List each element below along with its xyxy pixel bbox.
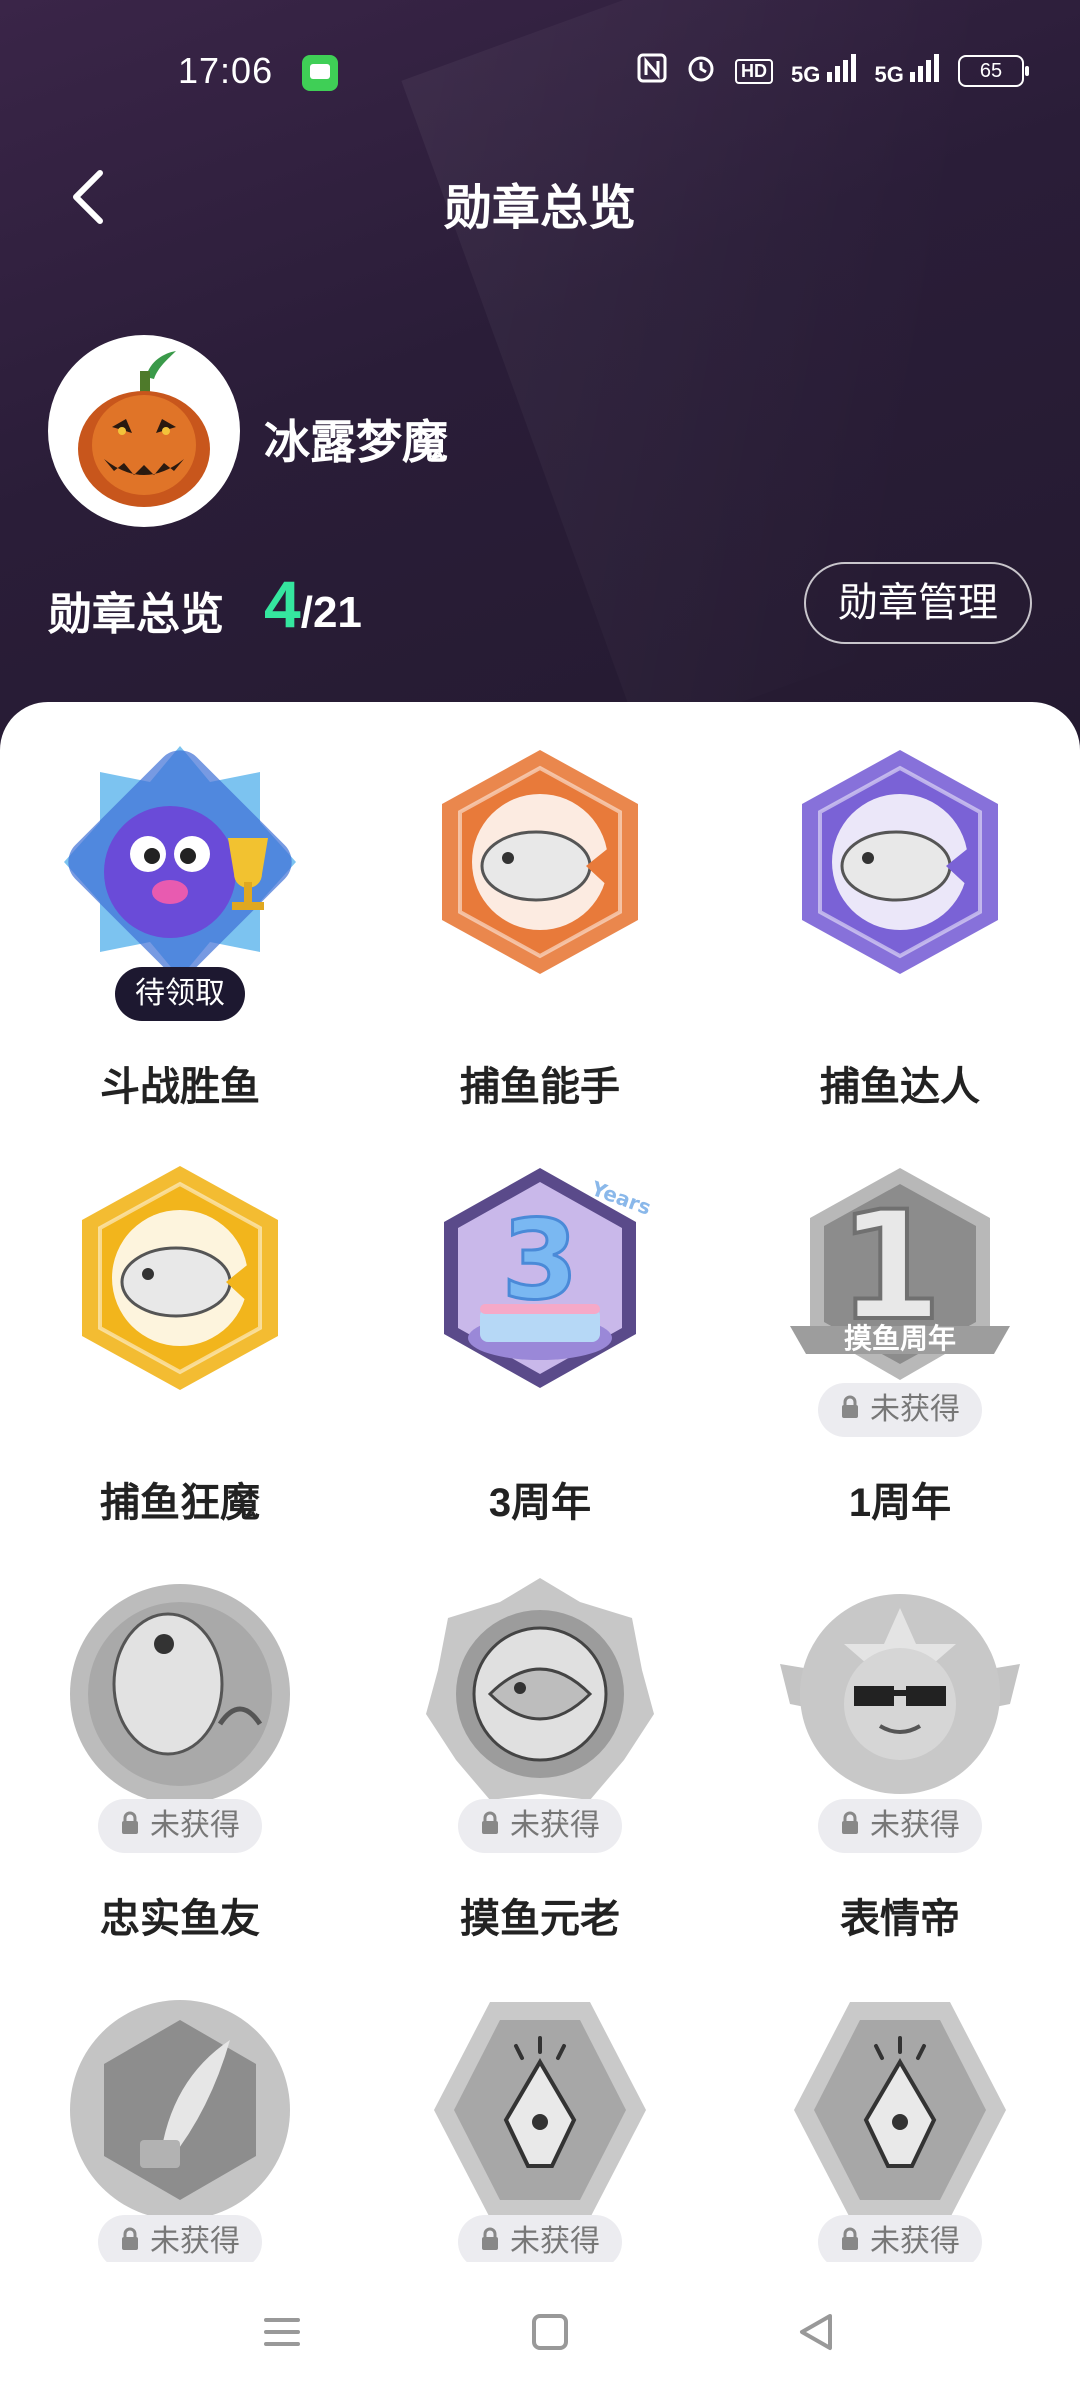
- locked-label: 未获得: [150, 1809, 240, 1842]
- medal-count: 4/21: [264, 566, 362, 642]
- medal-badge-icon: [60, 742, 300, 982]
- medal-name: 捕鱼狂魔: [100, 1481, 260, 1525]
- medal-name: 捕鱼达人: [820, 1065, 980, 1109]
- claim-badge: 待领取: [115, 967, 245, 1021]
- system-nav-bar: [0, 2262, 1080, 2400]
- medal-name: 表情帝: [840, 1897, 960, 1941]
- medal-item[interactable]: 捕鱼狂魔: [0, 1118, 360, 1538]
- medal-grid-card: 待领取 斗战胜鱼 捕鱼能手 捕鱼达人 捕鱼狂魔 3 Years 3周年 1 摸鱼…: [0, 702, 1080, 2262]
- locked-label: 未获得: [870, 1393, 960, 1426]
- medal-badge-icon: [60, 1158, 300, 1398]
- locked-badge: 未获得: [98, 1799, 262, 1853]
- page-title: 勋章总览: [443, 182, 636, 235]
- locked-badge: 未获得: [818, 1383, 982, 1437]
- medal-item[interactable]: 捕鱼能手: [360, 702, 720, 1122]
- lock-icon: [480, 1799, 500, 1853]
- back-triangle-icon: [800, 2314, 832, 2350]
- locked-label: 未获得: [870, 1809, 960, 1842]
- medal-name: 捕鱼能手: [460, 1065, 620, 1109]
- locked-label: 未获得: [150, 2225, 240, 2258]
- medal-item[interactable]: 捕鱼达人: [720, 702, 1080, 1122]
- medal-badge-icon: [780, 742, 1020, 982]
- medal-badge-icon: [780, 1990, 1020, 2230]
- lock-icon: [120, 1799, 140, 1853]
- medal-item[interactable]: 未获得: [360, 1950, 720, 2262]
- lock-icon: [120, 2215, 140, 2262]
- avatar[interactable]: [48, 335, 240, 527]
- medal-name: 斗战胜鱼: [100, 1065, 260, 1109]
- locked-badge: 未获得: [98, 2215, 262, 2262]
- medal-badge-icon: [420, 742, 660, 982]
- home-button[interactable]: [520, 2302, 580, 2362]
- medal-item[interactable]: 3 Years 3周年: [360, 1118, 720, 1538]
- lock-icon: [480, 2215, 500, 2262]
- medal-badge-icon: [780, 1574, 1020, 1814]
- alarm-icon: [685, 52, 717, 90]
- medal-item[interactable]: 未获得: [0, 1950, 360, 2262]
- message-notification-icon: [302, 55, 338, 91]
- home-square-icon: [532, 2314, 568, 2350]
- medal-manage-button[interactable]: 勋章管理: [804, 562, 1032, 644]
- signal-5g-2: 5G: [875, 54, 940, 88]
- locked-badge: 未获得: [818, 1799, 982, 1853]
- lock-icon: [840, 1383, 860, 1437]
- medal-item[interactable]: 未获得表情帝: [720, 1534, 1080, 1954]
- lock-icon: [840, 1799, 860, 1853]
- medal-name: 1周年: [848, 1481, 952, 1525]
- battery-indicator: 65: [958, 55, 1029, 87]
- menu-icon: [264, 2318, 300, 2346]
- medal-badge-icon: [60, 1574, 300, 1814]
- hd-icon: HD: [735, 58, 774, 84]
- status-indicators: HD 5G 5G 65: [637, 52, 1029, 90]
- locked-badge: 未获得: [818, 2215, 982, 2262]
- locked-label: 未获得: [510, 2225, 600, 2258]
- pumpkin-avatar-icon: [54, 341, 234, 521]
- medal-earned-count: 4: [264, 567, 301, 641]
- svg-text:摸鱼周年: 摸鱼周年: [844, 1322, 956, 1355]
- medal-badge-icon: 1 摸鱼周年: [780, 1158, 1020, 1398]
- medal-item[interactable]: 1 摸鱼周年 未获得 1周年: [720, 1118, 1080, 1538]
- locked-label: 未获得: [510, 1809, 600, 1842]
- signal-5g-1: 5G: [791, 54, 856, 88]
- medal-badge-icon: 3 Years: [420, 1158, 660, 1398]
- medal-total-count: /21: [300, 588, 362, 637]
- lock-icon: [840, 2215, 860, 2262]
- medal-item[interactable]: 未获得: [720, 1950, 1080, 2262]
- medal-overview-label: 勋章总览: [48, 590, 224, 639]
- medal-badge-icon: [420, 1574, 660, 1814]
- medal-badge-icon: [60, 1990, 300, 2230]
- system-back-button[interactable]: [786, 2302, 846, 2362]
- svg-text:3: 3: [502, 1196, 579, 1324]
- username: 冰露梦魔: [264, 416, 448, 468]
- medal-item[interactable]: 未获得忠实鱼友: [0, 1534, 360, 1954]
- locked-badge: 未获得: [458, 2215, 622, 2262]
- nfc-icon: [637, 53, 667, 89]
- locked-label: 未获得: [870, 2225, 960, 2258]
- medal-item[interactable]: 待领取 斗战胜鱼: [0, 702, 360, 1122]
- medal-name: 3周年: [488, 1481, 592, 1525]
- menu-button[interactable]: [252, 2302, 312, 2362]
- locked-badge: 未获得: [458, 1799, 622, 1853]
- medal-item[interactable]: 未获得摸鱼元老: [360, 1534, 720, 1954]
- medal-name: 忠实鱼友: [100, 1897, 260, 1941]
- status-time: 17:06: [178, 50, 274, 91]
- medal-name: 摸鱼元老: [460, 1897, 620, 1941]
- status-bar: 17:06 HD 5G 5G 65: [0, 0, 1080, 140]
- medal-badge-icon: [420, 1990, 660, 2230]
